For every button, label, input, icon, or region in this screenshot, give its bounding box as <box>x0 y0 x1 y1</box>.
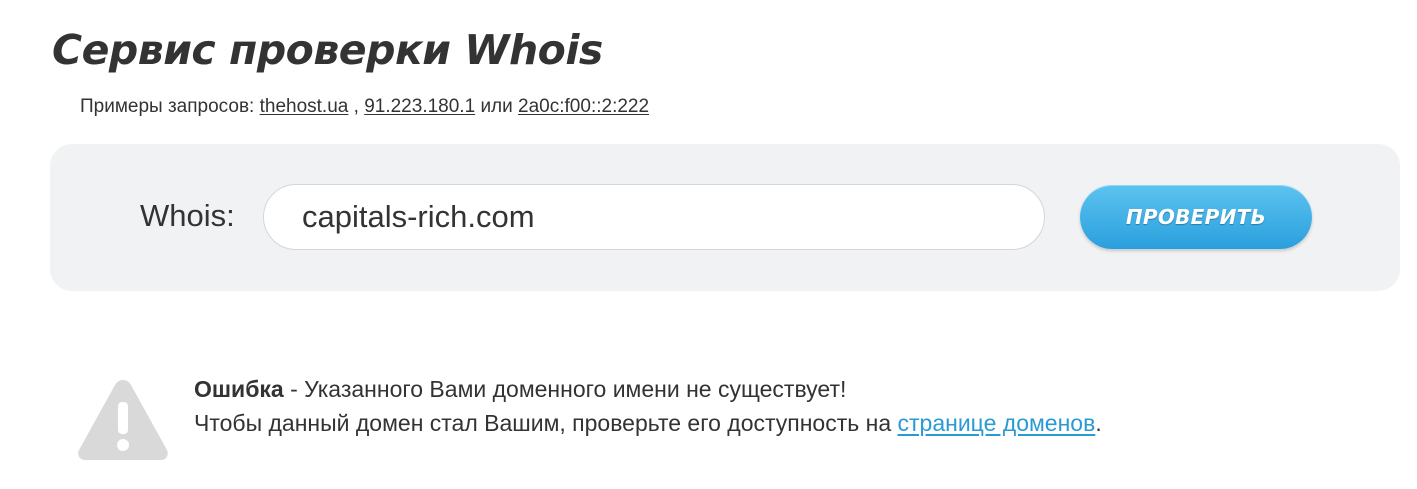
example-link-ipv4[interactable]: 91.223.180.1 <box>364 96 475 117</box>
error-description: - Указанного Вами доменного имени не сущ… <box>283 376 847 402</box>
error-title: Ошибка <box>194 376 284 402</box>
whois-search-panel: Whois: ПРОВЕРИТЬ <box>50 144 1400 291</box>
check-button[interactable]: ПРОВЕРИТЬ <box>1080 185 1312 249</box>
whois-page: Сервис проверки Whois Примеры запросов: … <box>0 0 1417 489</box>
page-title: Сервис проверки Whois <box>52 26 603 74</box>
error-message: Ошибка - Указанного Вами доменного имени… <box>76 372 1276 472</box>
examples-or: или <box>480 96 513 117</box>
example-link-domain[interactable]: thehost.ua <box>260 96 349 117</box>
error-text: Ошибка - Указанного Вами доменного имени… <box>194 372 1102 440</box>
domains-page-link[interactable]: странице доменов <box>898 410 1096 436</box>
whois-domain-input[interactable] <box>263 184 1045 250</box>
examples-prefix: Примеры запросов: <box>80 96 255 117</box>
query-examples: Примеры запросов: thehost.ua , 91.223.18… <box>80 94 649 120</box>
error-line-1: Ошибка - Указанного Вами доменного имени… <box>194 372 1102 406</box>
examples-comma: , <box>353 96 359 117</box>
example-link-ipv6[interactable]: 2a0c:f00::2:222 <box>518 96 649 117</box>
error-line-2: Чтобы данный домен стал Вашим, проверьте… <box>194 406 1102 440</box>
warning-icon <box>78 380 168 460</box>
whois-label: Whois: <box>140 198 235 233</box>
error-hint-prefix: Чтобы данный домен стал Вашим, проверьте… <box>194 410 898 436</box>
error-hint-suffix: . <box>1095 410 1102 436</box>
